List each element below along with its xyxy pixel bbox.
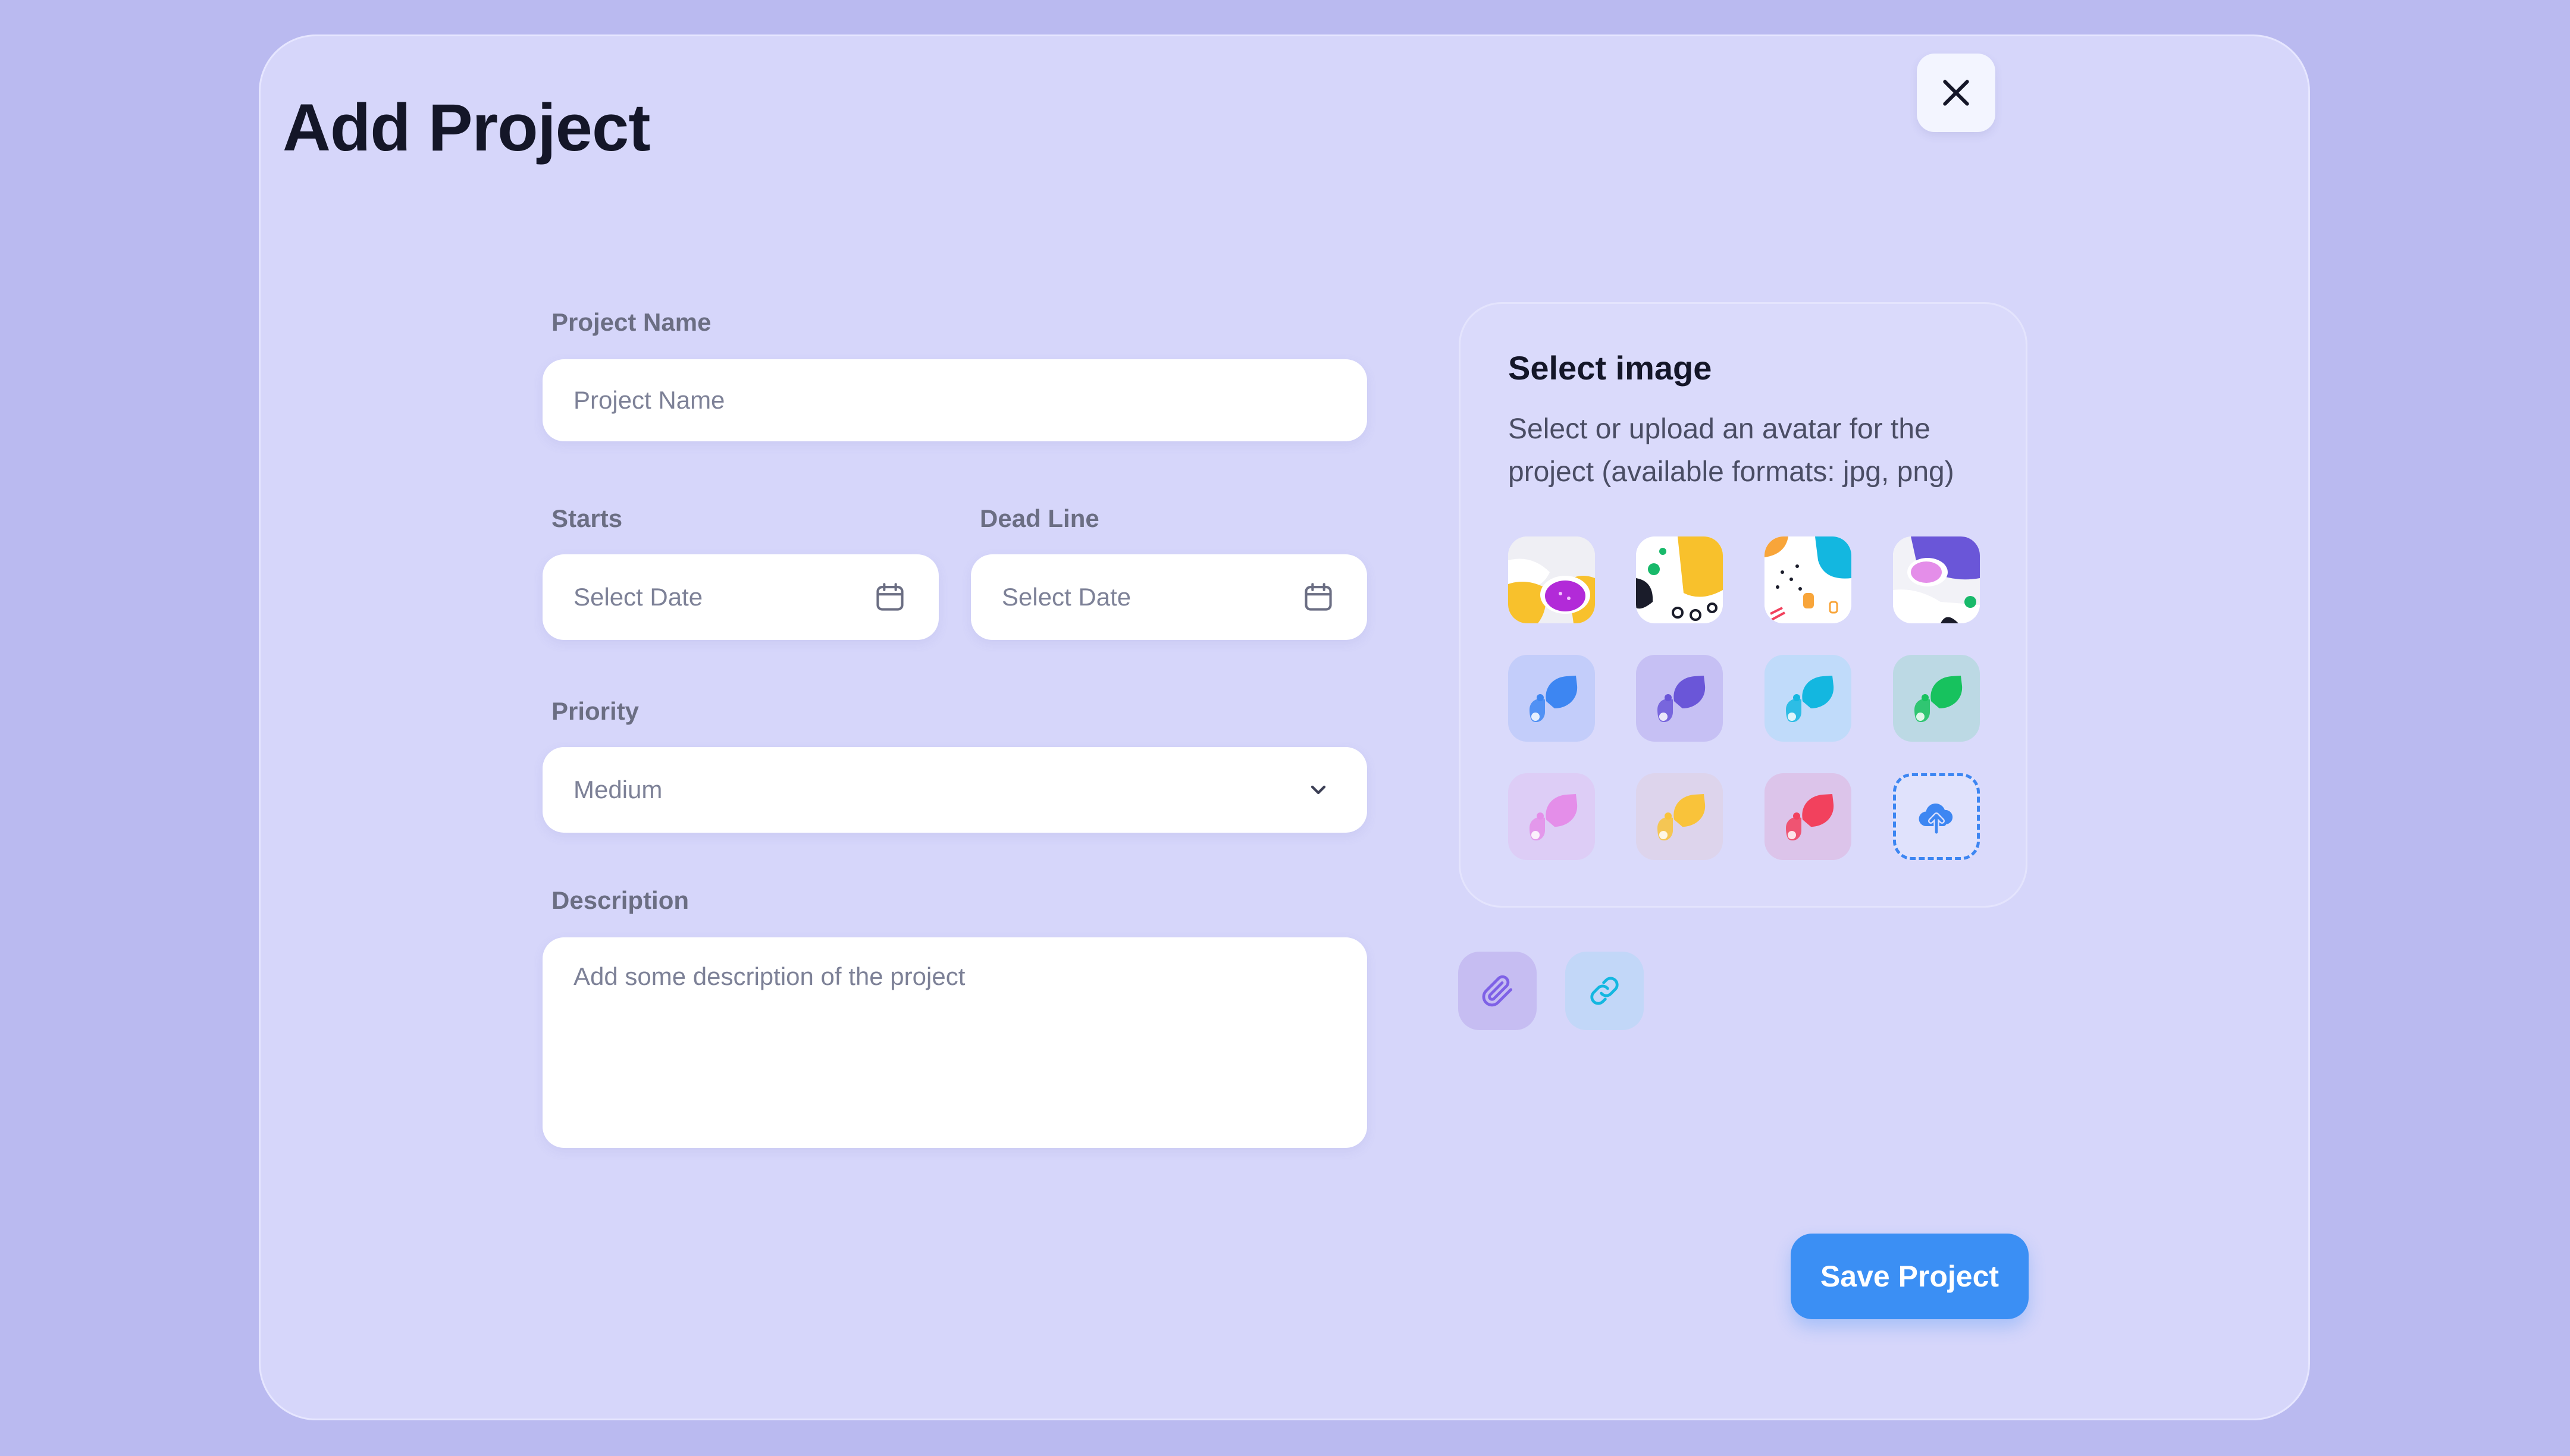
avatar-option-cyan[interactable] bbox=[1764, 655, 1851, 742]
avatar-option-pattern-1[interactable] bbox=[1508, 536, 1595, 623]
project-logo-icon bbox=[1657, 676, 1706, 723]
project-logo-icon bbox=[1914, 676, 1963, 723]
avatar-option-yellow[interactable] bbox=[1636, 773, 1723, 860]
close-icon bbox=[1943, 80, 1969, 106]
add-link-button[interactable] bbox=[1565, 952, 1644, 1030]
dialog-title: Add Project bbox=[283, 90, 651, 165]
priority-select[interactable]: Medium bbox=[543, 747, 1367, 833]
avatar-option-purple[interactable] bbox=[1636, 655, 1723, 742]
project-logo-icon bbox=[1530, 794, 1578, 841]
description-textarea[interactable]: Add some description of the project bbox=[543, 937, 1367, 1148]
calendar-icon[interactable] bbox=[872, 579, 908, 615]
link-icon bbox=[1590, 977, 1619, 1005]
avatar-option-red[interactable] bbox=[1764, 773, 1851, 860]
avatar-option-pattern-2[interactable] bbox=[1636, 536, 1723, 623]
priority-label: Priority bbox=[551, 697, 640, 725]
calendar-icon[interactable] bbox=[1300, 579, 1336, 615]
description-label: Description bbox=[551, 886, 689, 914]
starts-placeholder: Select Date bbox=[573, 583, 703, 611]
avatar-option-pink[interactable] bbox=[1508, 773, 1595, 860]
cloud-upload-icon bbox=[1919, 804, 1953, 835]
deadline-date-input[interactable]: Select Date bbox=[971, 554, 1367, 640]
starts-label: Starts bbox=[551, 504, 623, 532]
priority-value: Medium bbox=[573, 776, 663, 804]
project-logo-icon bbox=[1657, 794, 1706, 841]
image-picker-title: Select image bbox=[1508, 349, 1712, 387]
save-project-button[interactable]: Save Project bbox=[1791, 1234, 2029, 1319]
project-logo-icon bbox=[1530, 676, 1578, 723]
paperclip-icon bbox=[1482, 975, 1513, 1007]
image-picker-description: Select or upload an avatar for the proje… bbox=[1508, 413, 1954, 488]
avatar-option-pattern-3[interactable] bbox=[1764, 536, 1851, 623]
deadline-placeholder: Select Date bbox=[1002, 583, 1132, 611]
attach-file-button[interactable] bbox=[1458, 952, 1537, 1030]
project-name-placeholder: Project Name bbox=[573, 386, 725, 414]
project-logo-icon bbox=[1786, 794, 1834, 841]
close-button[interactable] bbox=[1917, 54, 1995, 132]
starts-date-input[interactable]: Select Date bbox=[543, 554, 939, 640]
avatar-option-pattern-4[interactable] bbox=[1893, 536, 1980, 623]
project-name-input[interactable]: Project Name bbox=[543, 359, 1367, 441]
project-logo-icon bbox=[1786, 676, 1834, 723]
avatar-option-green[interactable] bbox=[1893, 655, 1980, 742]
project-name-label: Project Name bbox=[551, 308, 712, 336]
avatar-option-blue[interactable] bbox=[1508, 655, 1595, 742]
description-placeholder: Add some description of the project bbox=[573, 962, 966, 990]
upload-avatar-button[interactable] bbox=[1893, 773, 1980, 860]
deadline-label: Dead Line bbox=[980, 504, 1099, 532]
chevron-down-icon bbox=[1300, 772, 1336, 808]
